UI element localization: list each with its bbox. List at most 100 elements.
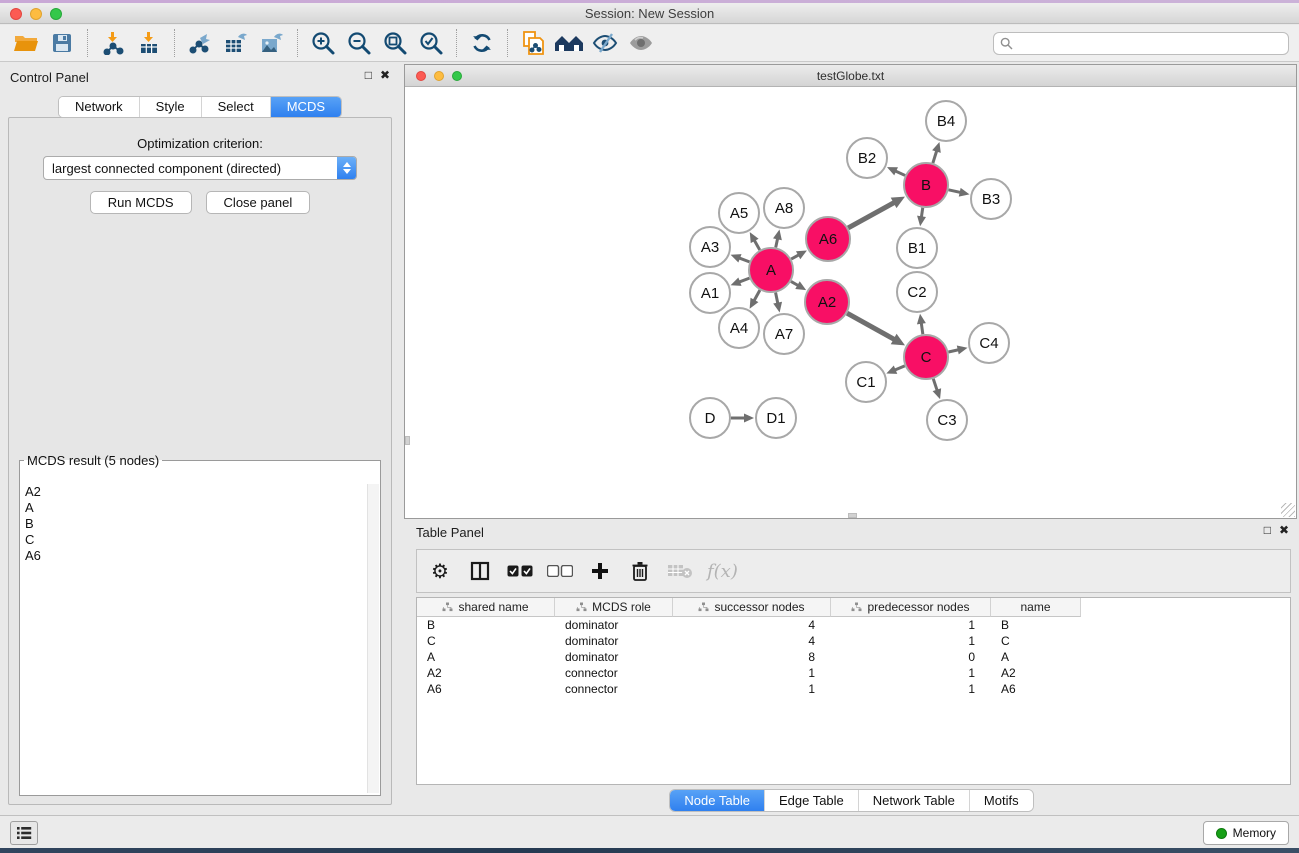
close-window-button[interactable] xyxy=(10,8,22,20)
home-view-button[interactable] xyxy=(551,28,587,58)
zoom-window-button[interactable] xyxy=(50,8,62,20)
delete-table-icon xyxy=(667,562,693,580)
close-network-button[interactable] xyxy=(416,71,426,81)
toolbar-separator xyxy=(174,29,175,57)
graph-node-label: C1 xyxy=(856,374,875,391)
table-settings-button[interactable]: ⚙ xyxy=(427,555,453,587)
result-scrollbar[interactable] xyxy=(367,484,379,793)
search-field[interactable] xyxy=(993,32,1289,55)
select-all-columns-button[interactable] xyxy=(507,555,533,587)
column-header-predecessor-nodes[interactable]: predecessor nodes xyxy=(831,598,991,617)
export-table-button[interactable] xyxy=(218,28,254,58)
column-header-name[interactable]: name xyxy=(991,598,1081,617)
tree-icon xyxy=(576,602,587,612)
graph-node-label: B4 xyxy=(937,113,955,130)
desktop-bottom-strip xyxy=(0,848,1299,853)
list-item[interactable]: A xyxy=(21,500,366,516)
tab-edge-table[interactable]: Edge Table xyxy=(765,790,859,811)
task-history-button[interactable] xyxy=(10,821,38,845)
zoom-fit-icon xyxy=(382,30,408,56)
criterion-dropdown[interactable]: largest connected component (directed) xyxy=(43,156,357,180)
eye-slash-icon xyxy=(591,31,619,55)
float-panel-icon[interactable]: □ xyxy=(1264,523,1271,537)
export-network-button[interactable] xyxy=(182,28,218,58)
list-item[interactable]: A2 xyxy=(21,484,366,500)
minimize-network-button[interactable] xyxy=(434,71,444,81)
minimize-window-button[interactable] xyxy=(30,8,42,20)
delete-column-button[interactable] xyxy=(627,555,653,587)
import-network-button[interactable] xyxy=(95,28,131,58)
create-column-button[interactable] xyxy=(587,555,613,587)
delete-table-button[interactable] xyxy=(667,555,693,587)
table-row[interactable]: B dominator 4 1 B xyxy=(417,617,1290,633)
graph-edge-arrow-icon xyxy=(917,216,926,227)
search-input[interactable] xyxy=(1017,36,1282,52)
tab-mcds[interactable]: MCDS xyxy=(271,97,341,117)
zoom-out-button[interactable] xyxy=(341,28,377,58)
import-table-button[interactable] xyxy=(131,28,167,58)
graph-node-label: A3 xyxy=(701,239,719,256)
run-mcds-button[interactable]: Run MCDS xyxy=(90,191,192,214)
unselect-all-columns-button[interactable] xyxy=(547,555,573,587)
memory-button[interactable]: Memory xyxy=(1203,821,1289,845)
status-bar: Memory xyxy=(0,815,1299,848)
list-item[interactable]: C xyxy=(21,532,366,548)
column-header-shared-name[interactable]: shared name xyxy=(417,598,555,617)
vertical-scroll-handle[interactable] xyxy=(405,436,410,445)
close-panel-icon[interactable]: ✖ xyxy=(1279,523,1289,537)
graph-edge[interactable] xyxy=(847,313,895,340)
network-graph[interactable]: B4B2BB3A8A5A6A3B1AA1C2A2A4A7C4CC1DD1C3 xyxy=(405,88,1296,518)
close-panel-icon[interactable]: ✖ xyxy=(380,68,390,82)
hide-details-button[interactable] xyxy=(587,28,623,58)
save-session-button[interactable] xyxy=(44,28,80,58)
graph-edge[interactable] xyxy=(948,190,961,193)
tab-motifs[interactable]: Motifs xyxy=(970,790,1033,811)
close-panel-button[interactable]: Close panel xyxy=(206,191,311,214)
graph-edge[interactable] xyxy=(848,202,895,228)
table-row[interactable]: A6 connector 1 1 A6 xyxy=(417,681,1290,697)
table-panel-title: Table Panel xyxy=(416,525,484,540)
unchecked-boxes-icon xyxy=(547,565,573,577)
open-session-button[interactable] xyxy=(8,28,44,58)
duplicate-network-button[interactable] xyxy=(515,28,551,58)
horizontal-scroll-handle[interactable] xyxy=(848,513,857,518)
tab-node-table[interactable]: Node Table xyxy=(670,790,765,811)
function-builder-button[interactable]: f(x) xyxy=(707,555,738,587)
export-image-button[interactable] xyxy=(254,28,290,58)
graph-edge-arrow-icon xyxy=(957,346,968,355)
mcds-result-list[interactable]: A2 A B C A6 xyxy=(21,484,366,793)
tab-style[interactable]: Style xyxy=(140,97,202,117)
app-title: Session: New Session xyxy=(0,3,1299,24)
column-header-successor-nodes[interactable]: successor nodes xyxy=(673,598,831,617)
graph-edge-arrow-icon xyxy=(773,302,782,313)
table-row[interactable]: C dominator 4 1 C xyxy=(417,633,1290,649)
table-toolbar: ⚙ xyxy=(416,549,1291,593)
refresh-button[interactable] xyxy=(464,28,500,58)
float-panel-icon[interactable]: □ xyxy=(365,68,372,82)
graph-edge[interactable] xyxy=(933,150,937,163)
resize-grip-icon[interactable] xyxy=(1281,503,1295,517)
show-details-button[interactable] xyxy=(623,28,659,58)
zoom-in-button[interactable] xyxy=(305,28,341,58)
zoom-network-button[interactable] xyxy=(452,71,462,81)
zoom-selected-icon xyxy=(418,30,444,56)
graph-edge-arrow-icon xyxy=(773,230,782,241)
zoom-selected-button[interactable] xyxy=(413,28,449,58)
checked-boxes-icon xyxy=(507,565,533,577)
zoom-fit-button[interactable] xyxy=(377,28,413,58)
list-item[interactable]: B xyxy=(21,516,366,532)
tab-network-table[interactable]: Network Table xyxy=(859,790,970,811)
tab-network[interactable]: Network xyxy=(59,97,140,117)
column-header-mcds-role[interactable]: MCDS role xyxy=(555,598,673,617)
tab-select[interactable]: Select xyxy=(202,97,271,117)
list-item[interactable]: A6 xyxy=(21,548,366,564)
trash-icon xyxy=(630,560,650,582)
table-row[interactable]: A dominator 8 0 A xyxy=(417,649,1290,665)
network-window-titlebar[interactable]: testGlobe.txt xyxy=(405,65,1296,87)
network-canvas[interactable]: B4B2BB3A8A5A6A3B1AA1C2A2A4A7C4CC1DD1C3 xyxy=(405,88,1296,518)
graph-edge[interactable] xyxy=(933,379,937,392)
table-row[interactable]: A2 connector 1 1 A2 xyxy=(417,665,1290,681)
graph-node-label: A7 xyxy=(775,326,793,343)
show-columns-button[interactable] xyxy=(467,555,493,587)
graph-edge-arrow-icon xyxy=(917,314,926,325)
